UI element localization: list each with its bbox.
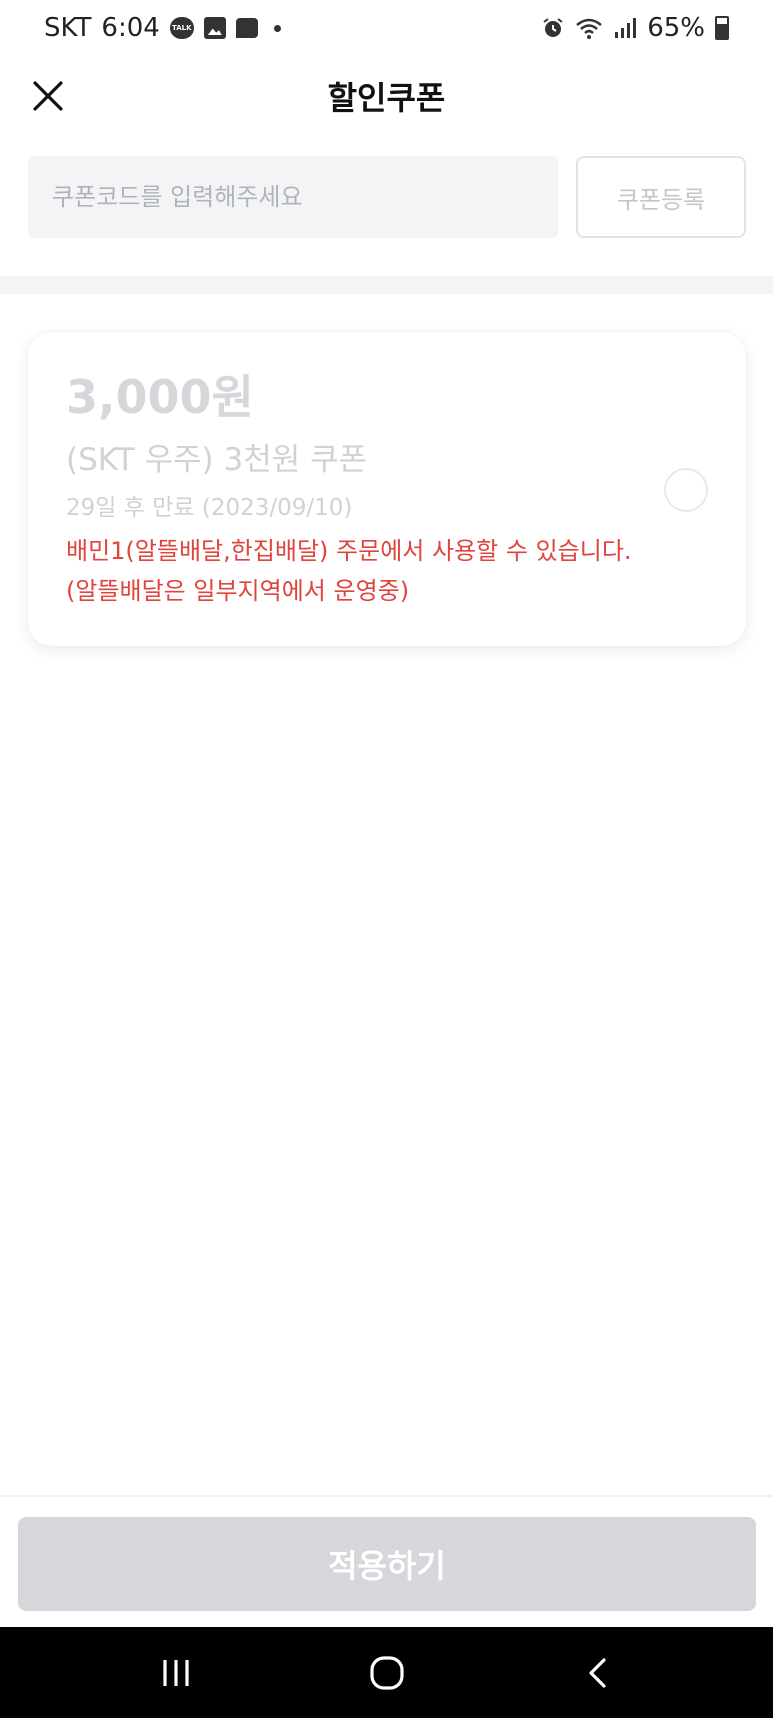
home-icon bbox=[369, 1655, 404, 1690]
coupon-expiry: 29일 후 만료 (2023/09/10) bbox=[66, 495, 353, 522]
coupon-card[interactable]: 3,000원 (SKT 우주) 3천원 쿠폰 29일 후 만료 (2023/09… bbox=[28, 332, 746, 646]
alarm-icon bbox=[541, 16, 565, 40]
section-divider bbox=[0, 276, 773, 294]
bottom-action-bar: 적용하기 bbox=[0, 1495, 773, 1627]
battery-percent: 65% bbox=[647, 13, 705, 43]
battery-icon bbox=[715, 16, 729, 40]
close-button[interactable] bbox=[26, 74, 70, 118]
coupon-notice-line-1: 배민1(알뜰배달,한집배달) 주문에서 사용할 수 있습니다. bbox=[66, 537, 632, 566]
header: 할인쿠폰 bbox=[0, 56, 773, 136]
gallery-notification-icon bbox=[203, 17, 226, 39]
signal-icon bbox=[613, 16, 637, 40]
coupon-register-row: 쿠폰등록 bbox=[28, 156, 746, 238]
back-icon bbox=[588, 1657, 606, 1688]
status-bar: SKT 6:04 TALK 65% bbox=[0, 0, 773, 56]
more-notifications-dot-icon bbox=[273, 24, 281, 32]
coupon-register-button[interactable]: 쿠폰등록 bbox=[576, 156, 746, 238]
page-title: 할인쿠폰 bbox=[327, 79, 446, 117]
clock: 6:04 bbox=[101, 13, 160, 43]
recent-apps-icon bbox=[162, 1659, 189, 1686]
coupon-amount: 3,000원 bbox=[66, 370, 254, 424]
back-button[interactable] bbox=[558, 1633, 638, 1713]
kakaotalk-notification-icon: TALK bbox=[169, 17, 194, 39]
close-icon bbox=[33, 81, 63, 111]
system-navigation-bar bbox=[0, 1627, 773, 1718]
coupon-notice-line-2: (알뜰배달은 일부지역에서 운영중) bbox=[66, 576, 410, 605]
carrier-label: SKT bbox=[44, 13, 92, 43]
recent-apps-button[interactable] bbox=[136, 1633, 216, 1713]
coupon-usage-notice: 배민1(알뜰배달,한집배달) 주문에서 사용할 수 있습니다. (알뜰배달은 일… bbox=[66, 532, 708, 611]
talk-badge-text: TALK bbox=[172, 24, 192, 32]
coupon-name: (SKT 우주) 3천원 쿠폰 bbox=[66, 441, 368, 478]
status-right: 65% bbox=[541, 13, 729, 43]
coupon-code-input[interactable] bbox=[28, 156, 558, 238]
apply-button[interactable]: 적용하기 bbox=[18, 1517, 756, 1611]
status-left: SKT 6:04 TALK bbox=[44, 13, 281, 43]
message-notification-icon bbox=[235, 18, 258, 38]
home-button[interactable] bbox=[347, 1633, 427, 1713]
coupon-select-radio[interactable] bbox=[664, 468, 708, 512]
wifi-icon bbox=[575, 16, 603, 40]
